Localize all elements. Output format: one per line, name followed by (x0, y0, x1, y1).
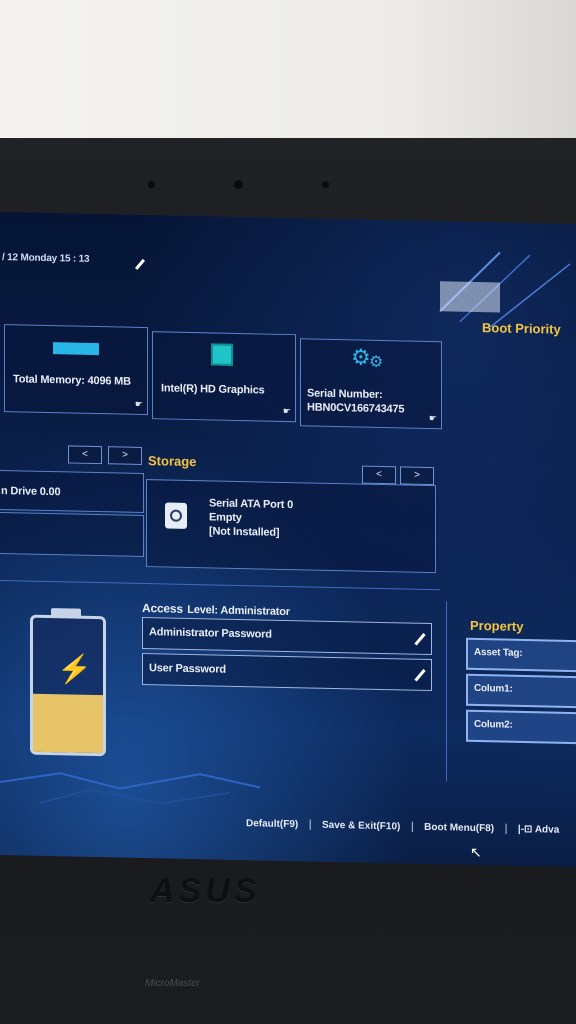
save-exit-button[interactable]: Save & Exit(F10) (322, 820, 400, 833)
boot-menu-button[interactable]: Boot Menu(F8) (424, 822, 494, 834)
storage-next-button[interactable]: > (400, 466, 434, 486)
advanced-mode-button[interactable]: |-⊡ Adva (518, 824, 559, 836)
graphics-card: Intel(R) HD Graphics ☛ (152, 331, 296, 423)
storage-panel: Serial ATA Port 0 Empty [Not Installed] (146, 479, 436, 574)
storage-prev-button[interactable]: < (362, 465, 396, 485)
lightning-icon: ⚡ (57, 653, 92, 685)
datetime-display: / 12 Monday 15 : 13 (2, 252, 90, 265)
drive-label: n Drive 0.00 (1, 485, 61, 499)
colum1-field[interactable]: Colum1: (466, 673, 576, 709)
user-password-label: User Password (149, 662, 226, 676)
drive-prev-button[interactable]: < (68, 445, 102, 465)
asus-logo: ASUS (150, 872, 261, 910)
mouse-cursor-icon: ↖ (470, 843, 482, 861)
serial-number: HBN0CV166743475 (307, 401, 405, 416)
hard-disk-icon (165, 502, 187, 529)
gears-icon-small: ⚙ (369, 353, 384, 372)
sensor-dot (148, 181, 155, 188)
hand-pointer-icon: ☛ (428, 412, 437, 424)
divider-vertical (446, 601, 447, 782)
hand-pointer-icon: ☛ (134, 398, 143, 409)
drive-panel-empty (0, 511, 144, 558)
user-password-field[interactable]: User Password (142, 652, 432, 692)
asset-tag-field[interactable]: Asset Tag: (466, 637, 576, 673)
serial-label: Serial Number: (307, 387, 383, 402)
memory-icon (53, 342, 99, 356)
storage-port: Serial ATA Port 0 (209, 497, 294, 512)
webcam-icon (234, 180, 243, 189)
serial-card: ⚙ ⚙ Serial Number: HBN0CV166743475 ☛ (300, 338, 442, 430)
sticker-label: MicroMaster (145, 978, 201, 989)
background-wall (0, 0, 576, 160)
default-button[interactable]: Default(F9) (246, 818, 298, 830)
edit-admin-password-icon[interactable] (414, 633, 426, 646)
edit-user-password-icon[interactable] (414, 669, 426, 682)
battery-icon: ⚡ (30, 608, 106, 757)
footer-separator: | (308, 818, 312, 831)
footer-separator: | (504, 822, 508, 835)
hand-pointer-icon: ☛ (282, 405, 291, 417)
storage-status: Empty (209, 511, 242, 525)
colum2-label: Colum2: (474, 718, 513, 731)
admin-password-field[interactable]: Administrator Password (142, 616, 432, 656)
footer-separator: | (410, 820, 414, 833)
bios-screen: / 12 Monday 15 : 13 Boot Priority Total … (0, 212, 576, 868)
divider (0, 580, 440, 591)
graphics-chip-icon (211, 343, 233, 366)
access-level: Level: Administrator (187, 603, 290, 619)
edit-datetime-icon[interactable] (134, 258, 146, 270)
storage-installed: [Not Installed] (209, 525, 280, 539)
storage-title: Storage (148, 453, 197, 470)
admin-password-label: Administrator Password (149, 626, 272, 641)
colum2-field[interactable]: Colum2: (466, 709, 576, 745)
property-title: Property (470, 617, 524, 634)
asset-tag-label: Asset Tag: (474, 646, 523, 659)
graphics-label: Intel(R) HD Graphics (161, 382, 265, 397)
memory-card: Total Memory: 4096 MB ☛ (4, 324, 148, 416)
drive-next-button[interactable]: > (108, 446, 142, 465)
sensor-dot (322, 181, 329, 188)
access-title: Access (142, 600, 183, 616)
drive-panel: n Drive 0.00 (0, 469, 144, 514)
gears-icon: ⚙ (351, 344, 371, 370)
boot-priority-title: Boot Priority (482, 320, 561, 337)
memory-label: Total Memory: 4096 MB (13, 373, 131, 388)
colum1-label: Colum1: (474, 682, 513, 695)
